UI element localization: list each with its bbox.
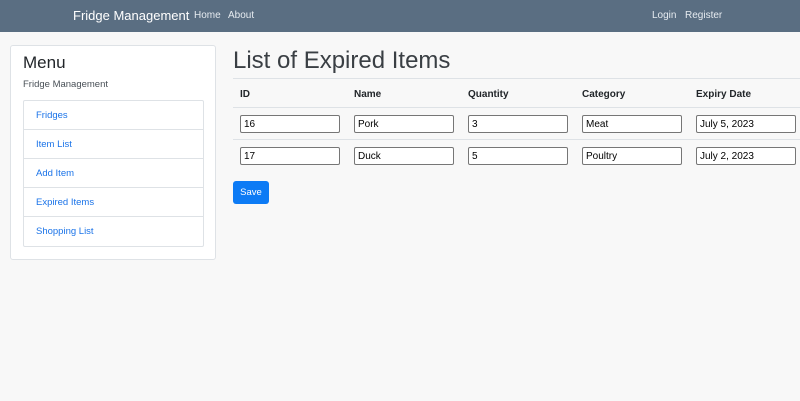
sidebar-item-shopping-list[interactable]: Shopping List (24, 217, 203, 246)
row-2-name-input[interactable] (354, 147, 454, 165)
page-title: List of Expired Items (233, 47, 451, 74)
column-header-category: Category (582, 89, 626, 100)
row-divider (233, 139, 800, 140)
row-2-category-input[interactable] (582, 147, 682, 165)
register-link[interactable]: Register (685, 10, 722, 21)
login-link[interactable]: Login (652, 10, 676, 21)
column-header-quantity: Quantity (468, 89, 509, 100)
sidebar-item-expired-items[interactable]: Expired Items (24, 188, 203, 217)
sidebar-item-fridges[interactable]: Fridges (24, 101, 203, 130)
row-1-id-input[interactable] (240, 115, 340, 133)
row-1-category-input[interactable] (582, 115, 682, 133)
table-top-divider (233, 78, 800, 79)
menu-subtitle: Fridge Management (23, 79, 109, 90)
nav-home-link[interactable]: Home (194, 10, 221, 21)
row-1-expiry-input[interactable] (696, 115, 796, 133)
column-header-name: Name (354, 89, 382, 100)
brand-link[interactable]: Fridge Management (73, 8, 189, 23)
menu-list: Fridges Item List Add Item Expired Items… (23, 100, 204, 247)
top-navbar: Fridge Management Home About Login Regis… (0, 0, 800, 32)
column-header-expiry-date: Expiry Date (696, 89, 752, 100)
row-2-expiry-input[interactable] (696, 147, 796, 165)
sidebar-card: Menu Fridge Management Fridges Item List… (10, 45, 216, 260)
save-button[interactable]: Save (233, 181, 269, 204)
row-2-quantity-input[interactable] (468, 147, 568, 165)
row-2-id-input[interactable] (240, 147, 340, 165)
nav-about-link[interactable]: About (228, 10, 254, 21)
row-1-name-input[interactable] (354, 115, 454, 133)
sidebar-item-add-item[interactable]: Add Item (24, 159, 203, 188)
column-header-id: ID (240, 89, 250, 100)
row-1-quantity-input[interactable] (468, 115, 568, 133)
menu-title: Menu (23, 53, 66, 72)
sidebar-item-item-list[interactable]: Item List (24, 130, 203, 159)
header-divider (233, 107, 800, 108)
